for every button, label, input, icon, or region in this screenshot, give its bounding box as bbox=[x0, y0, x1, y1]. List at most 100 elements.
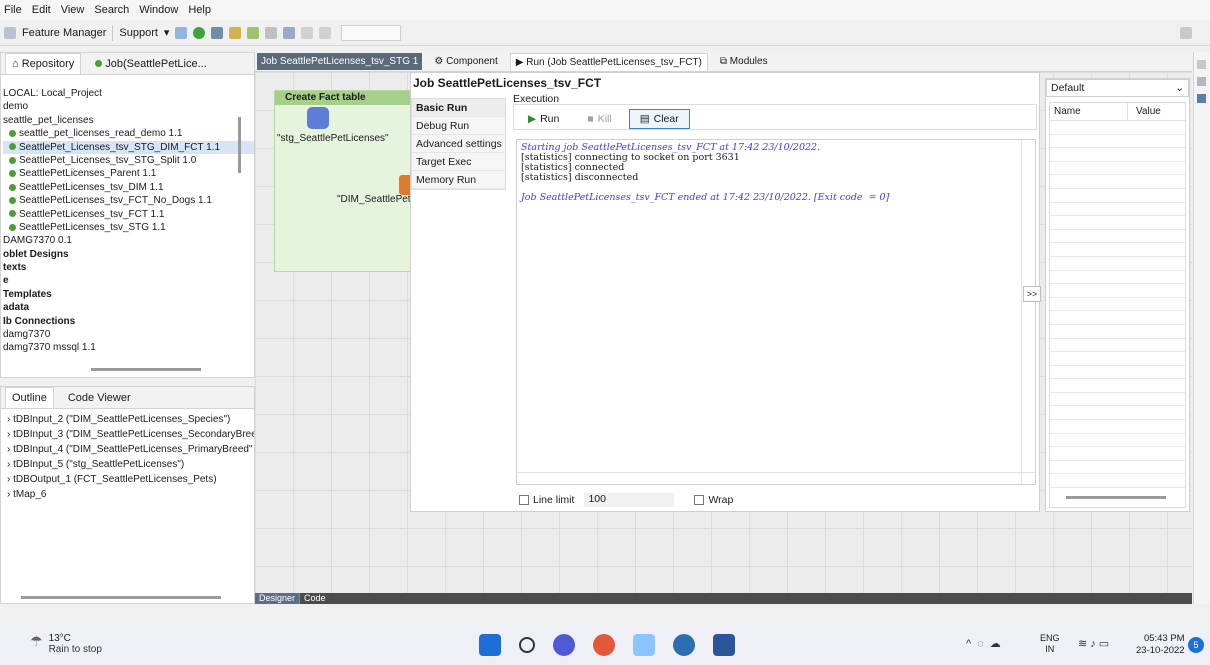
repository-item[interactable]: damg7370 mssql 1.1 bbox=[3, 341, 254, 354]
tab-job[interactable]: Job(SeattlePetLice... bbox=[95, 58, 207, 70]
talend-icon[interactable] bbox=[633, 634, 655, 656]
export-icon[interactable] bbox=[265, 26, 278, 39]
context-row[interactable] bbox=[1050, 162, 1185, 176]
repository-item[interactable]: adata bbox=[3, 301, 254, 314]
context-row[interactable] bbox=[1050, 121, 1185, 135]
line-limit-input[interactable]: 100 bbox=[584, 493, 675, 507]
repository-item[interactable]: seattle_pet_licenses_read_demo 1.1 bbox=[3, 127, 254, 140]
repository-item[interactable]: SeattlePetLicenses_tsv_FCT 1.1 bbox=[3, 208, 254, 221]
outline-item[interactable]: › tDBInput_3 ("DIM_SeattlePetLicenses_Se… bbox=[7, 427, 254, 442]
repository-item[interactable]: SeattlePet_Licenses_tsv_STG_Split 1.0 bbox=[3, 154, 254, 167]
context-row[interactable] bbox=[1050, 257, 1185, 271]
context-row[interactable] bbox=[1050, 379, 1185, 393]
repository-item[interactable]: texts bbox=[3, 261, 254, 274]
browser-icon[interactable] bbox=[673, 634, 695, 656]
view-icon-2[interactable] bbox=[1197, 77, 1206, 86]
console-vscroll[interactable] bbox=[1021, 140, 1035, 484]
outline-item[interactable]: › tDBInput_5 ("stg_SeattlePetLicenses") bbox=[7, 457, 254, 472]
repository-item[interactable]: SeattlePetLicenses_tsv_STG 1.1 bbox=[3, 221, 254, 234]
tab-code[interactable]: Code bbox=[299, 593, 330, 604]
support-dropdown-icon[interactable]: ▾ bbox=[164, 26, 170, 39]
subjob-box[interactable]: Create Fact table "stg_SeattlePetLicense… bbox=[274, 90, 414, 272]
edit-icon[interactable] bbox=[229, 26, 242, 39]
console-output[interactable]: Starting job SeattlePetLicenses_tsv_FCT … bbox=[516, 139, 1036, 485]
toggle-context-button[interactable]: >> bbox=[1023, 286, 1041, 302]
context-row[interactable] bbox=[1050, 339, 1185, 353]
menu-search[interactable]: Search bbox=[94, 4, 129, 16]
db-input-icon[interactable] bbox=[307, 107, 329, 129]
repository-item[interactable]: seattle_pet_licenses bbox=[3, 114, 254, 127]
outline-scrollbar[interactable] bbox=[21, 596, 221, 599]
repository-item[interactable]: SeattlePetLicenses_tsv_FCT_No_Dogs 1.1 bbox=[3, 194, 254, 207]
context-row[interactable] bbox=[1050, 243, 1185, 257]
context-row[interactable] bbox=[1050, 148, 1185, 162]
tab-code-viewer[interactable]: Code Viewer bbox=[68, 392, 131, 404]
outline-item[interactable]: › tDBInput_4 ("DIM_SeattlePetLicenses_Pr… bbox=[7, 442, 254, 457]
context-row[interactable] bbox=[1050, 189, 1185, 203]
clock[interactable]: 05:43 PM 23-10-2022 bbox=[1136, 633, 1185, 657]
context-row[interactable] bbox=[1050, 271, 1185, 285]
view-icon[interactable] bbox=[1197, 60, 1206, 69]
repository-item[interactable]: Ib Connections bbox=[3, 315, 254, 328]
context-row[interactable] bbox=[1050, 420, 1185, 434]
context-row[interactable] bbox=[1050, 366, 1185, 380]
context-row[interactable] bbox=[1050, 434, 1185, 448]
feature-manager-button[interactable]: Feature Manager bbox=[22, 27, 106, 39]
tab-repository[interactable]: ⌂ Repository bbox=[5, 53, 82, 74]
run-side-item[interactable]: Memory Run bbox=[412, 171, 505, 189]
outline-item[interactable]: › tMap_6 bbox=[7, 487, 254, 502]
tab-component[interactable]: ⚙ Component bbox=[434, 56, 497, 67]
repository-item[interactable]: SeattlePet_Licenses_tsv_STG_DIM_FCT 1.1 bbox=[3, 140, 254, 154]
context-row[interactable] bbox=[1050, 230, 1185, 244]
run-icon[interactable] bbox=[193, 26, 206, 39]
context-row[interactable] bbox=[1050, 325, 1185, 339]
context-row[interactable] bbox=[1050, 447, 1185, 461]
column-value[interactable]: Value bbox=[1128, 103, 1161, 120]
context-row[interactable] bbox=[1050, 474, 1185, 489]
repository-item[interactable]: DAMG7370 0.1 bbox=[3, 234, 254, 247]
context-row[interactable] bbox=[1050, 175, 1185, 189]
chart-icon[interactable] bbox=[247, 26, 260, 39]
run-button[interactable]: ▶ Run bbox=[517, 109, 570, 129]
scrollbar-horizontal[interactable] bbox=[91, 368, 201, 371]
perspective-icon[interactable] bbox=[1180, 27, 1192, 39]
tab-run[interactable]: ▶ Run (Job SeattlePetLicenses_tsv_FCT) bbox=[509, 52, 708, 71]
tray-icons[interactable]: ^◌☁ bbox=[966, 637, 1007, 650]
import-icon[interactable] bbox=[283, 26, 296, 39]
tab-modules[interactable]: ⧉ Modules bbox=[720, 56, 768, 67]
tab-outline[interactable]: Outline bbox=[5, 387, 54, 408]
weather-widget[interactable]: ☂ 13°C Rain to stop bbox=[30, 633, 102, 655]
chat-icon[interactable] bbox=[553, 634, 575, 656]
layout-icon[interactable] bbox=[4, 26, 16, 39]
chrome-icon[interactable] bbox=[593, 634, 615, 656]
repository-item[interactable]: LOCAL: Local_Project bbox=[3, 87, 254, 100]
run-side-item[interactable]: Debug Run bbox=[412, 117, 505, 135]
scrollbar-vertical[interactable] bbox=[238, 117, 241, 173]
context-row[interactable] bbox=[1050, 393, 1185, 407]
repository-item[interactable]: SeattlePetLicenses_Parent 1.1 bbox=[3, 167, 254, 180]
context-row[interactable] bbox=[1050, 461, 1185, 475]
repository-item[interactable]: demo bbox=[3, 100, 254, 113]
language-indicator[interactable]: ENG IN bbox=[1040, 633, 1060, 655]
repository-item[interactable]: oblet Designs bbox=[3, 248, 254, 261]
context-select[interactable]: Default ⌄ bbox=[1046, 79, 1189, 97]
context-row[interactable] bbox=[1050, 406, 1185, 421]
search-icon[interactable] bbox=[519, 637, 535, 653]
menu-edit[interactable]: Edit bbox=[32, 4, 51, 16]
run-side-item[interactable]: Basic Run bbox=[412, 99, 505, 117]
context-row[interactable] bbox=[1050, 216, 1185, 230]
support-button[interactable]: Support bbox=[119, 27, 158, 39]
kill-button[interactable]: ■ Kill bbox=[576, 109, 622, 129]
context-row[interactable] bbox=[1050, 298, 1185, 312]
repository-item[interactable]: Templates bbox=[3, 288, 254, 301]
menu-file[interactable]: File bbox=[4, 4, 22, 16]
notification-badge[interactable]: 5 bbox=[1188, 637, 1204, 653]
tab-designer[interactable]: Designer bbox=[255, 593, 300, 604]
view-icon-3[interactable] bbox=[1197, 94, 1206, 103]
repository-item[interactable]: damg7370 bbox=[3, 328, 254, 341]
context-scrollbar[interactable] bbox=[1066, 496, 1166, 499]
run-side-item[interactable]: Target Exec bbox=[412, 153, 505, 171]
wrap-checkbox[interactable] bbox=[694, 495, 705, 505]
context-row[interactable] bbox=[1050, 284, 1185, 298]
word-icon[interactable] bbox=[713, 634, 735, 656]
